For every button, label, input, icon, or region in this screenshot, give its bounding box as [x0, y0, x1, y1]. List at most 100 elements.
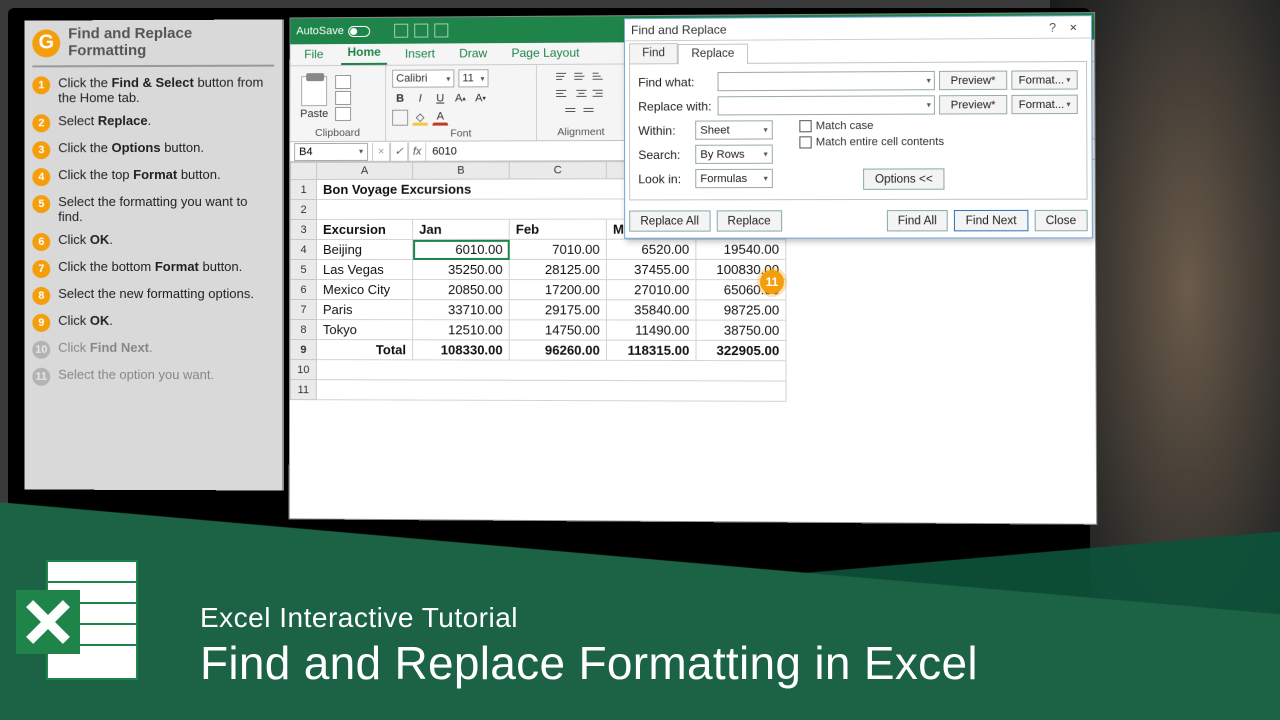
tab-find[interactable]: Find — [629, 43, 678, 63]
cell[interactable]: 17200.00 — [509, 280, 606, 300]
search-select[interactable]: By Rows▾ — [695, 145, 773, 164]
fill-color-icon[interactable]: ◇ — [412, 110, 428, 126]
cell[interactable]: 12510.00 — [413, 320, 510, 340]
cell[interactable]: 33710.00 — [413, 300, 510, 320]
autosave-toggle[interactable] — [348, 25, 370, 36]
cell[interactable]: 322905.00 — [696, 340, 786, 360]
cancel-icon[interactable]: × — [372, 142, 390, 160]
increase-indent-icon[interactable] — [583, 103, 597, 117]
format-painter-icon[interactable] — [335, 106, 351, 120]
lookin-select[interactable]: Formulas▾ — [695, 169, 773, 188]
match-entire-checkbox[interactable]: Match entire cell contents — [799, 136, 944, 149]
cell[interactable] — [316, 380, 786, 402]
cell[interactable]: 11490.00 — [606, 320, 696, 340]
within-select[interactable]: Sheet▾ — [695, 120, 773, 139]
font-name-select[interactable]: Calibri▾ — [392, 69, 454, 87]
replace-format-button[interactable]: Format...▾ — [1011, 95, 1077, 115]
cell[interactable]: 108330.00 — [413, 340, 510, 360]
name-box[interactable]: B4▾ — [294, 142, 368, 160]
cell[interactable]: 14750.00 — [509, 320, 606, 340]
cell[interactable]: Las Vegas — [316, 259, 412, 279]
bold-button[interactable]: B — [392, 91, 408, 107]
options-button[interactable]: Options << — [864, 168, 945, 190]
select-all-cell[interactable] — [291, 163, 317, 180]
italic-button[interactable]: I — [412, 91, 428, 107]
cell[interactable]: 20850.00 — [413, 280, 510, 300]
cell[interactable]: Total — [316, 340, 412, 360]
tab-draw[interactable]: Draw — [453, 43, 493, 64]
find-format-button[interactable]: Format...▾ — [1011, 70, 1077, 90]
row-header[interactable]: 2 — [291, 199, 317, 219]
undo-icon[interactable] — [414, 24, 428, 38]
align-right-icon[interactable] — [592, 86, 606, 100]
row-header[interactable]: 3 — [291, 219, 317, 239]
cell[interactable]: 6010.00 — [413, 239, 510, 259]
align-center-icon[interactable] — [574, 86, 588, 100]
align-left-icon[interactable] — [556, 86, 570, 100]
cell[interactable]: 28125.00 — [509, 259, 606, 279]
replace-button[interactable]: Replace — [716, 210, 782, 231]
find-next-button[interactable]: Find Next — [954, 210, 1028, 231]
copy-icon[interactable] — [335, 90, 351, 104]
col-header[interactable]: A — [317, 162, 413, 179]
cell[interactable]: Beijing — [316, 239, 412, 259]
font-color-icon[interactable]: A — [432, 110, 448, 126]
cell[interactable]: 118315.00 — [606, 340, 696, 360]
cell[interactable]: 98725.00 — [696, 300, 786, 320]
row-header[interactable]: 1 — [291, 180, 317, 200]
cell[interactable]: Excursion — [316, 219, 412, 239]
row-header[interactable]: 10 — [290, 360, 316, 380]
align-bottom-icon[interactable] — [592, 69, 606, 83]
col-header[interactable]: C — [509, 162, 606, 179]
tab-page-layout[interactable]: Page Layout — [505, 43, 585, 65]
row-header[interactable]: 8 — [290, 320, 316, 340]
cell[interactable]: 29175.00 — [509, 300, 606, 320]
match-case-checkbox[interactable]: Match case — [799, 120, 944, 133]
cell[interactable]: 37455.00 — [606, 259, 696, 279]
dialog-close-icon[interactable]: × — [1062, 20, 1085, 34]
row-header[interactable]: 4 — [291, 239, 317, 259]
row-header[interactable]: 6 — [290, 279, 316, 299]
tab-insert[interactable]: Insert — [399, 43, 441, 64]
replace-all-button[interactable]: Replace All — [629, 210, 710, 231]
cell[interactable]: 38750.00 — [696, 320, 786, 340]
cell[interactable]: Paris — [316, 300, 412, 320]
cell[interactable]: Mexico City — [316, 280, 412, 300]
redo-icon[interactable] — [434, 23, 448, 37]
tab-home[interactable]: Home — [341, 42, 386, 65]
align-middle-icon[interactable] — [574, 69, 588, 83]
cell[interactable]: Jan — [413, 219, 510, 239]
find-what-input[interactable]: ▾ — [718, 71, 935, 91]
tab-replace[interactable]: Replace — [678, 44, 748, 65]
enter-icon[interactable]: ✓ — [390, 142, 408, 160]
help-icon[interactable]: ? — [1043, 20, 1062, 34]
increase-font-icon[interactable]: A▴ — [452, 90, 468, 106]
row-header[interactable]: 5 — [290, 259, 316, 279]
borders-icon[interactable] — [392, 110, 408, 126]
cell[interactable]: 19540.00 — [696, 239, 786, 259]
cell[interactable]: 7010.00 — [509, 239, 606, 259]
decrease-indent-icon[interactable] — [565, 103, 579, 117]
paste-button[interactable]: Paste — [296, 76, 332, 120]
fx-icon[interactable]: fx — [408, 142, 426, 160]
align-top-icon[interactable] — [556, 69, 570, 83]
row-header[interactable]: 9 — [290, 340, 316, 360]
replace-with-input[interactable]: ▾ — [718, 95, 935, 115]
cell[interactable]: Feb — [509, 219, 606, 239]
cell[interactable]: 35250.00 — [413, 259, 510, 279]
row-header[interactable]: 11 — [290, 380, 316, 400]
cut-icon[interactable] — [335, 74, 351, 88]
close-button[interactable]: Close — [1034, 210, 1087, 231]
col-header[interactable]: B — [413, 162, 510, 179]
underline-button[interactable]: U — [432, 90, 448, 106]
cell[interactable] — [316, 360, 786, 381]
font-size-select[interactable]: 11▾ — [458, 69, 488, 87]
row-header[interactable]: 7 — [290, 300, 316, 320]
cell[interactable]: Tokyo — [316, 320, 412, 340]
decrease-font-icon[interactable]: A▾ — [472, 90, 488, 106]
cell[interactable]: 35840.00 — [606, 300, 696, 320]
find-all-button[interactable]: Find All — [886, 210, 948, 231]
cell[interactable]: 27010.00 — [606, 280, 696, 300]
save-icon[interactable] — [394, 24, 408, 38]
cell[interactable]: 6520.00 — [606, 239, 696, 259]
